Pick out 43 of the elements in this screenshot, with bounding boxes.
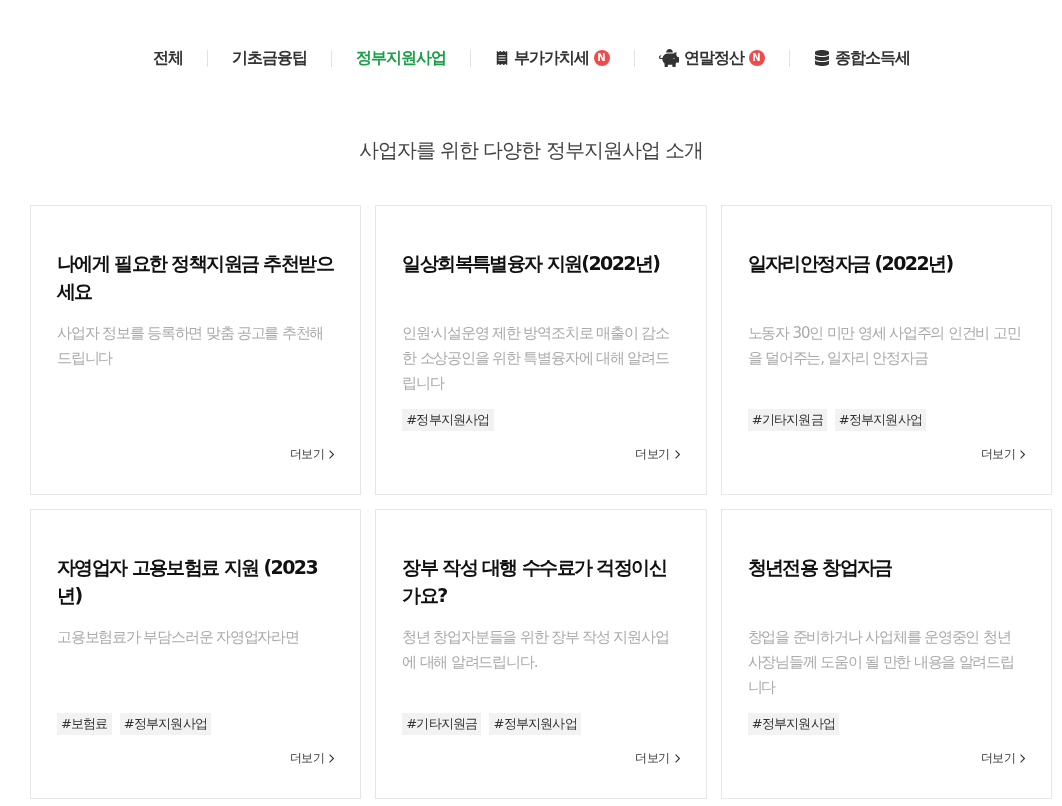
card-description: 고용보험료가 부담스러운 자영업자라면: [57, 627, 300, 648]
more-link[interactable]: 더보기: [289, 445, 335, 463]
card-title: 일자리안정자금 (2022년): [747, 251, 954, 276]
more-link[interactable]: 더보기: [289, 749, 335, 767]
receipt-icon: [494, 51, 509, 65]
chevron-right-icon: [1020, 449, 1025, 459]
more-link[interactable]: 더보기: [635, 749, 680, 767]
hashtag[interactable]: #정부지원사업: [747, 713, 839, 735]
hashtag[interactable]: #기타지원금: [747, 409, 827, 431]
chevron-right-icon: [1020, 753, 1025, 763]
more-link[interactable]: 더보기: [980, 749, 1025, 767]
category-tab[interactable]: 종합소득세: [789, 46, 934, 70]
card-description: 인원·시설운영 제한 방역조치로 매출이 감소한 소상공인을 위한 특별융자에 대해 알려드립니다: [402, 323, 670, 394]
chevron-right-icon: [674, 753, 680, 763]
card-title: 청년전용 창업자금: [747, 555, 893, 580]
new-badge: N: [748, 50, 765, 66]
category-tab[interactable]: 부가가치세 N: [470, 46, 634, 70]
hashtag[interactable]: #정부지원사업: [402, 409, 494, 431]
new-badge: N: [593, 50, 610, 66]
card-title: 장부 작성 대행 수수료가 걱정이신가요?: [402, 555, 667, 608]
more-link[interactable]: 더보기: [635, 445, 680, 463]
hashtag[interactable]: #정부지원사업: [489, 713, 581, 735]
hashtag[interactable]: #기타지원금: [402, 713, 482, 735]
piggy-bank-icon: [658, 48, 679, 68]
category-tab[interactable]: 전체: [128, 46, 207, 70]
hashtag[interactable]: #보험료: [57, 713, 112, 735]
chevron-right-icon: [674, 449, 680, 459]
card-title: 일상회복특별융자 지원(2022년): [402, 251, 661, 276]
hashtag[interactable]: #정부지원사업: [834, 409, 927, 431]
database-icon: [813, 50, 830, 66]
card-description: 노동자 30인 미만 영세 사업주의 인건비 고민을 덜어주는, 일자리 안정자금: [747, 323, 1022, 369]
card-title: 자영업자 고용보험료 지원 (2023년): [57, 555, 318, 608]
hashtag[interactable]: #정부지원사업: [119, 713, 211, 735]
more-link[interactable]: 더보기: [980, 445, 1025, 463]
card-title: 나에게 필요한 정책지원금 추천받으세요: [57, 251, 335, 304]
section-heading: 사업자를 위한 다양한 정부지원사업 소개: [357, 137, 705, 164]
chevron-right-icon: [329, 449, 335, 459]
card-description: 청년 창업자분들을 위한 장부 작성 지원사업에 대해 알려드립니다.: [402, 627, 670, 673]
card-description: 창업을 준비하거나 사업체를 운영중인 청년 사장님들께 도움이 될 만한 내용을 알려드립니다: [747, 627, 1015, 698]
category-tab[interactable]: 연말정산 N: [634, 46, 789, 70]
category-tab[interactable]: 기초금융팁: [207, 46, 331, 70]
card-description: 사업자 정보를 등록하면 맞춤 공고를 추천해드립니다: [57, 323, 325, 369]
chevron-right-icon: [329, 753, 335, 763]
